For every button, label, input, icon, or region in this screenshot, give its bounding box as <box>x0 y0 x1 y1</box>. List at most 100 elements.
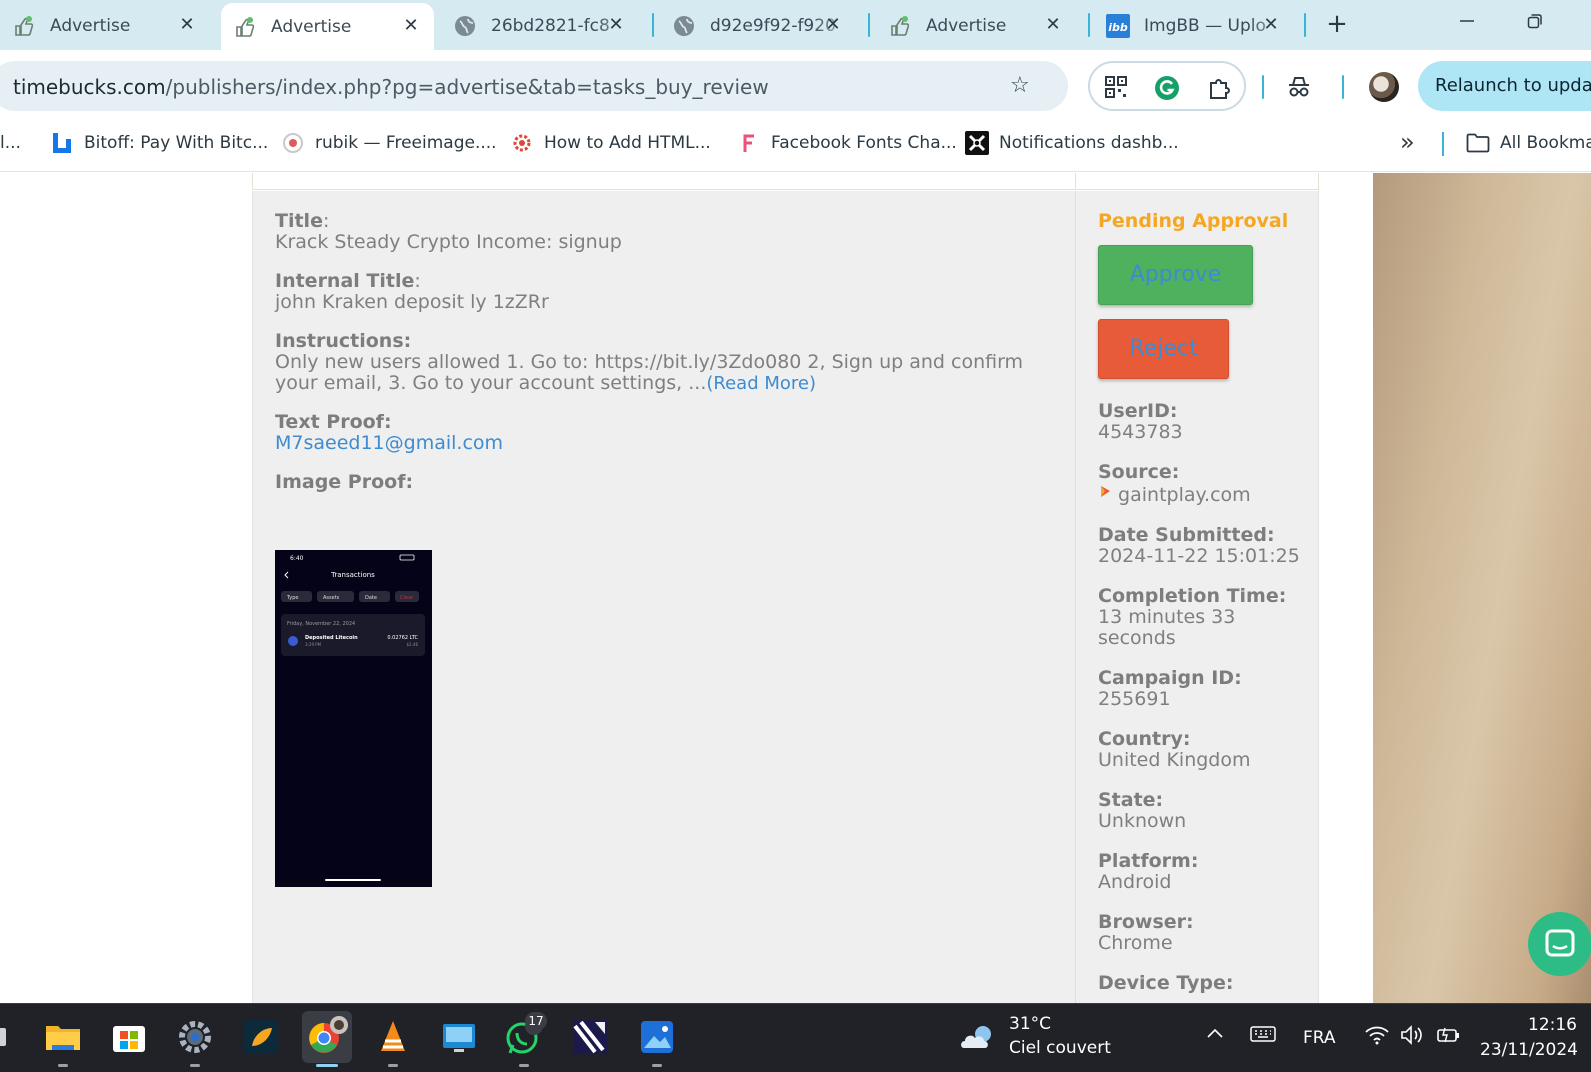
chrome-taskbar-button[interactable] <box>302 1011 352 1063</box>
read-more-link[interactable]: (Read More) <box>706 373 816 394</box>
bookmark-how-to-add-html[interactable]: How to Add HTML... <box>510 130 711 156</box>
keyboard-icon[interactable] <box>1250 1024 1276 1049</box>
field-label: Campaign ID: <box>1098 667 1242 689</box>
image-proof-thumbnail[interactable]: 6:40 Transactions Type Assets Date Clear… <box>275 550 432 887</box>
weather-cloud-icon[interactable] <box>958 1018 998 1056</box>
phone-tx-amount: 0.02762 LTC <box>387 635 418 641</box>
device-type-field: Device Type: <box>1098 973 1308 994</box>
grammarly-icon[interactable] <box>1154 75 1180 101</box>
background-photo <box>1373 173 1591 1003</box>
settings-gear-icon[interactable] <box>176 1018 214 1056</box>
tab-imgbb[interactable]: ibb ImgBB — Uplo ✕ <box>1094 2 1294 50</box>
speaker-volume-icon[interactable] <box>1400 1024 1426 1051</box>
remote-desktop-icon[interactable] <box>440 1018 478 1056</box>
browser-toolbar: timebucks.com/publishers/index.php?pg=ad… <box>0 50 1591 112</box>
more-bookmarks-chevron-icon[interactable]: » <box>1400 128 1415 156</box>
new-tab-plus-icon[interactable]: + <box>1322 10 1352 40</box>
minimize-icon[interactable] <box>1447 8 1487 40</box>
tab-d92e9f92[interactable]: d92e9f92-f920 ✕ <box>660 2 856 50</box>
bookmark-label: Facebook Fonts Cha... <box>771 133 957 153</box>
file-explorer-icon[interactable] <box>44 1018 82 1056</box>
tab-advertise-active[interactable]: Advertise ✕ <box>221 3 434 50</box>
all-bookmarks-button[interactable]: All Bookmarks <box>1466 130 1591 156</box>
field-label: Source: <box>1098 461 1180 483</box>
text-proof-label: Text Proof: <box>275 411 392 433</box>
field-value: gaintplay.com <box>1118 484 1251 506</box>
close-tab-icon[interactable]: ✕ <box>1042 14 1064 36</box>
extensions-group <box>1088 61 1246 111</box>
timebucks-favicon-icon <box>233 15 257 39</box>
timebucks-favicon-icon <box>12 14 36 38</box>
field-value: Android <box>1098 871 1172 893</box>
whatsapp-icon[interactable]: 17 <box>505 1012 547 1056</box>
bookmark-bitoff[interactable]: Bitoff: Pay With Bitc... <box>50 130 268 156</box>
platform-field: Platform: Android <box>1098 851 1308 893</box>
wifi-icon[interactable] <box>1364 1024 1390 1051</box>
input-language[interactable]: FRA <box>1303 1028 1336 1048</box>
field-label: UserID: <box>1098 400 1178 422</box>
close-tab-icon[interactable]: ✕ <box>400 15 422 37</box>
tab-26bd2821[interactable]: 26bd2821-fc8 ✕ <box>441 2 639 50</box>
bookmark-item[interactable]: l... <box>0 130 21 156</box>
field-label: State: <box>1098 789 1164 811</box>
column-divider <box>1075 173 1076 190</box>
field-value: Unknown <box>1098 810 1187 832</box>
reject-button[interactable]: Reject <box>1098 319 1229 379</box>
url-text[interactable]: timebucks.com/publishers/index.php?pg=ad… <box>13 75 769 99</box>
relaunch-to-update-button[interactable]: Relaunch to update <box>1418 61 1591 111</box>
bookmark-rubik[interactable]: rubik — Freeimage.... <box>281 130 497 156</box>
address-bar[interactable]: timebucks.com/publishers/index.php?pg=ad… <box>0 61 1068 111</box>
tab-advertise-3[interactable]: Advertise ✕ <box>876 2 1076 50</box>
phone-tx-time: 3:29 PM <box>305 642 322 647</box>
app-running-indicator <box>58 1064 68 1067</box>
show-hidden-icons-chevron-icon[interactable] <box>1205 1024 1225 1049</box>
field-label: Device Type: <box>1098 972 1234 994</box>
vlc-icon[interactable] <box>374 1018 412 1056</box>
source-field: Source: gaintplay.com <box>1098 462 1308 506</box>
live-chat-button[interactable] <box>1528 912 1591 976</box>
close-tab-icon[interactable]: ✕ <box>822 14 844 36</box>
extensions-puzzle-icon[interactable] <box>1206 75 1232 101</box>
field-value: 4543783 <box>1098 421 1183 443</box>
userid-field: UserID: 4543783 <box>1098 401 1308 443</box>
source-favicon-icon <box>1098 483 1112 497</box>
folder-icon <box>1466 131 1490 155</box>
close-tab-icon[interactable]: ✕ <box>605 14 627 36</box>
close-tab-icon[interactable]: ✕ <box>1260 14 1282 36</box>
weather-description[interactable]: Ciel couvert <box>1009 1038 1111 1058</box>
profile-avatar[interactable] <box>1369 72 1399 102</box>
toolbar-separator <box>1262 75 1264 99</box>
bookmark-facebook-fonts[interactable]: Facebook Fonts Cha... <box>737 130 957 156</box>
qr-code-icon[interactable] <box>1104 75 1130 101</box>
completion-time-field: Completion Time: 13 minutes 33 seconds <box>1098 586 1308 649</box>
clock-date[interactable]: 23/11/2024 <box>1480 1040 1578 1060</box>
tab-advertise-1[interactable]: Advertise ✕ <box>0 2 210 50</box>
colon: : <box>414 270 421 292</box>
app-stripes-icon[interactable] <box>571 1018 609 1056</box>
clock-time[interactable]: 12:16 <box>1528 1015 1577 1035</box>
app-running-indicator <box>519 1064 529 1067</box>
url-host: timebucks.com <box>13 75 166 99</box>
task-view-icon[interactable] <box>0 1018 8 1056</box>
country-field: Country: United Kingdom <box>1098 729 1308 771</box>
bookmark-star-icon[interactable]: ☆ <box>1010 73 1030 98</box>
battery-charging-icon[interactable] <box>1436 1024 1462 1051</box>
weather-temperature[interactable]: 31°C <box>1009 1014 1051 1034</box>
windows-taskbar: 17 31°C Ciel couvert FRA 12:16 23/11/202… <box>0 1003 1591 1072</box>
tab-separator <box>1304 13 1306 37</box>
text-proof-block: Text Proof: M7saeed11@gmail.com <box>275 412 1035 454</box>
photos-icon[interactable] <box>638 1018 676 1056</box>
close-tab-icon[interactable]: ✕ <box>176 14 198 36</box>
text-proof-email-link[interactable]: M7saeed11@gmail.com <box>275 432 503 454</box>
incognito-icon[interactable] <box>1286 75 1312 99</box>
restore-window-icon[interactable] <box>1515 8 1555 40</box>
bookmark-notifications[interactable]: Notifications dashb... <box>965 130 1179 156</box>
bookmark-label: All Bookmarks <box>1500 133 1591 153</box>
gear-flower-icon <box>510 131 534 155</box>
approve-button[interactable]: Approve <box>1098 245 1253 305</box>
field-label: Country: <box>1098 728 1191 750</box>
state-field: State: Unknown <box>1098 790 1308 832</box>
microsoft-store-icon[interactable] <box>110 1018 148 1056</box>
app-leaf-icon[interactable] <box>242 1018 280 1056</box>
field-value: 2024-11-22 15:01:25 <box>1098 545 1300 567</box>
